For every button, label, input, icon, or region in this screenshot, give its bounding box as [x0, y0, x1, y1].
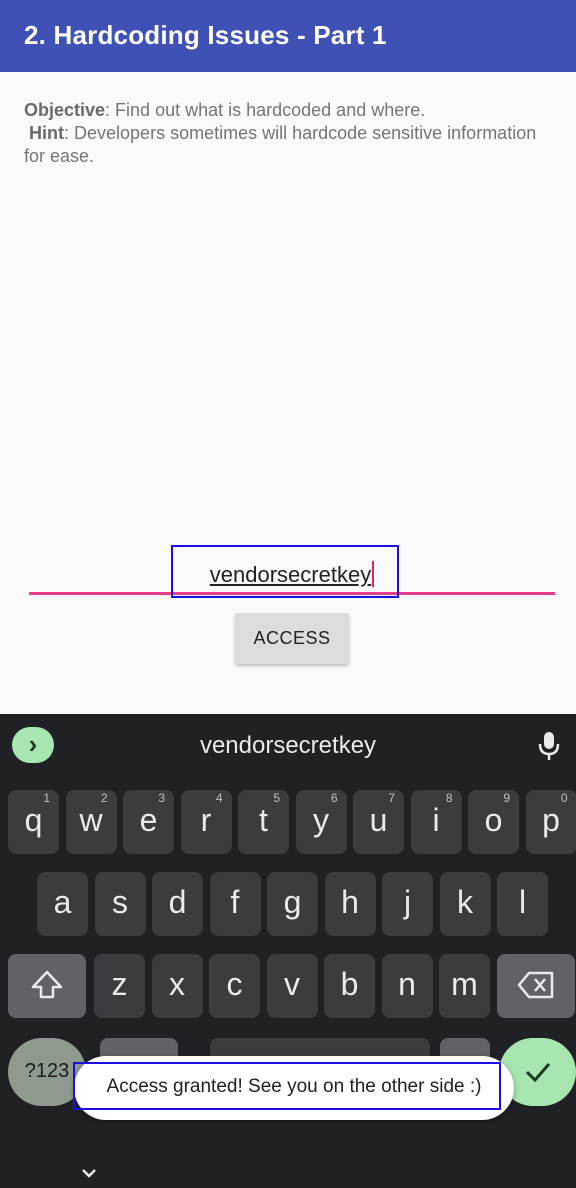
key-label: d	[168, 884, 187, 920]
key-label: o	[484, 802, 503, 838]
key-label: n	[398, 966, 416, 1002]
key-g[interactable]: g	[267, 872, 318, 936]
key-label: u	[369, 802, 388, 838]
microphone-icon[interactable]	[536, 730, 562, 762]
key-j[interactable]: j	[382, 872, 433, 936]
page-title: 2. Hardcoding Issues - Part 1	[24, 20, 387, 50]
key-label: b	[340, 966, 359, 1002]
shift-icon	[31, 970, 63, 999]
key-label: z	[111, 966, 128, 1002]
checkmark-icon	[525, 1063, 550, 1083]
key-label: q	[24, 802, 43, 838]
key-z[interactable]: z	[94, 954, 145, 1018]
chevron-down-icon[interactable]	[78, 1164, 100, 1182]
key-label: y	[313, 802, 329, 838]
key-a[interactable]: a	[37, 872, 88, 936]
key-t[interactable]: t5	[238, 790, 289, 854]
key-label: t	[259, 802, 268, 838]
key-u[interactable]: u7	[353, 790, 404, 854]
key-hint: 4	[215, 791, 223, 805]
key-s[interactable]: s	[94, 872, 146, 936]
objective-text: Objective: Find out what is hardcoded an…	[24, 99, 554, 168]
key-label: i	[432, 802, 440, 838]
hint-label: Hint	[29, 123, 65, 143]
key-label: l	[518, 884, 527, 920]
suggestion-word[interactable]: vendorsecretkey	[0, 732, 576, 760]
objective-description: : Find out what is hardcoded and where.	[105, 100, 426, 120]
key-r[interactable]: r4	[180, 790, 232, 854]
objective-label: Objective	[24, 100, 106, 120]
key-hint: 0	[560, 791, 568, 805]
key-y[interactable]: y6	[295, 790, 347, 854]
key-label: e	[139, 802, 158, 838]
key-label: h	[341, 884, 359, 920]
key-label: k	[457, 884, 473, 920]
key-label: a	[53, 884, 72, 920]
key-i[interactable]: i8	[410, 790, 462, 854]
suggestion-strip: › vendorsecretkey	[0, 714, 576, 776]
toast-highlight-box	[73, 1062, 501, 1110]
key-hint: 7	[388, 791, 395, 805]
key-v[interactable]: v	[266, 954, 318, 1018]
shift-key[interactable]	[8, 954, 86, 1018]
key-h[interactable]: h	[324, 872, 376, 936]
key-label: v	[284, 966, 300, 1002]
key-o[interactable]: o9	[468, 790, 519, 854]
key-k[interactable]: k	[439, 872, 491, 936]
key-f[interactable]: f	[209, 872, 261, 936]
key-label: p	[542, 802, 560, 838]
app-bar: 2. Hardcoding Issues - Part 1	[0, 0, 576, 72]
key-label: f	[230, 884, 240, 920]
access-button[interactable]: ACCESS	[235, 613, 349, 664]
key-e[interactable]: e3	[123, 790, 174, 854]
key-hint: 9	[503, 791, 510, 805]
key-hint: 6	[330, 791, 338, 805]
key-hint: 8	[445, 791, 453, 805]
key-b[interactable]: b	[324, 954, 375, 1018]
backspace-key[interactable]	[497, 954, 575, 1018]
key-x[interactable]: x	[151, 954, 203, 1018]
hint-description: : Developers sometimes will hardcode sen…	[24, 123, 537, 166]
key-label: g	[283, 884, 302, 920]
key-m[interactable]: m	[439, 954, 490, 1018]
key-d[interactable]: d	[152, 872, 203, 936]
key-label: x	[169, 966, 185, 1002]
key-hint: 3	[158, 791, 165, 805]
key-hint: 2	[100, 791, 108, 805]
key-label: j	[403, 884, 412, 920]
key-label: c	[226, 966, 243, 1002]
key-l[interactable]: l	[497, 872, 548, 936]
key-p[interactable]: p0	[525, 790, 576, 854]
key-label: m	[451, 966, 478, 1002]
key-n[interactable]: n	[381, 954, 433, 1018]
key-hint: 5	[273, 791, 280, 805]
key-w[interactable]: w2	[65, 790, 117, 854]
input-highlight-box	[171, 545, 399, 598]
key-hint: 1	[43, 791, 50, 805]
key-label: s	[112, 884, 128, 920]
key-q[interactable]: q1	[8, 790, 59, 854]
backspace-icon	[517, 971, 554, 999]
key-label: r	[200, 802, 212, 838]
key-label: w	[79, 802, 103, 838]
key-c[interactable]: c	[209, 954, 260, 1018]
